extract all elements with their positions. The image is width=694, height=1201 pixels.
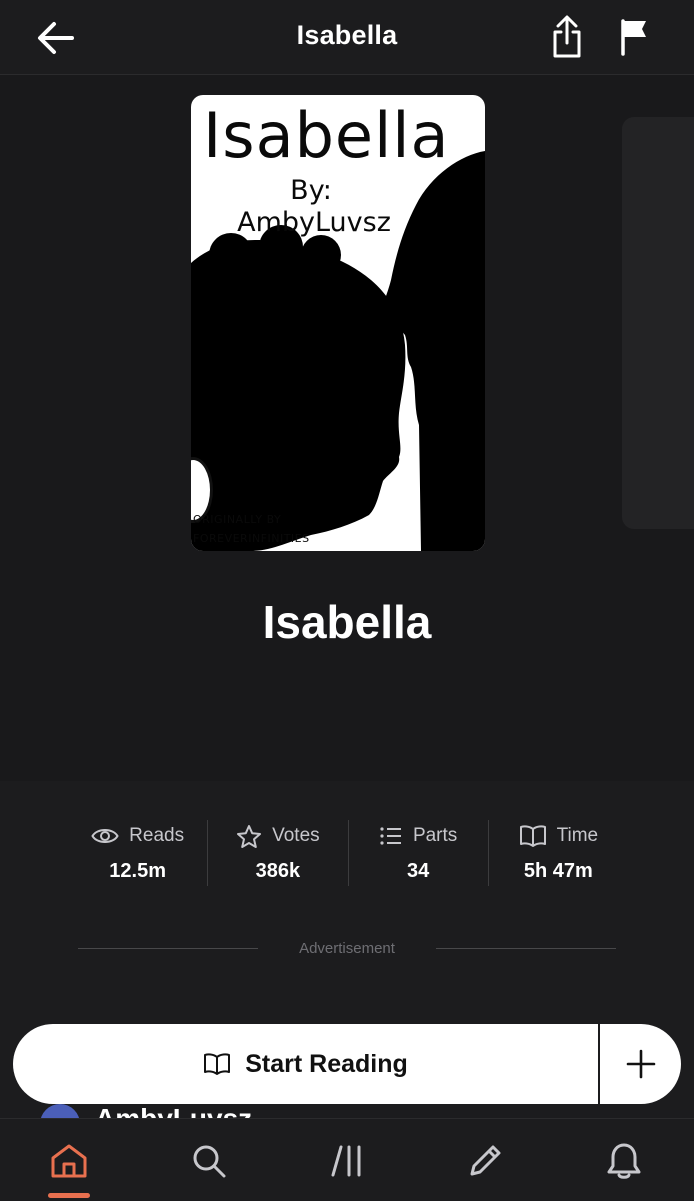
nav-library[interactable] [325,1139,369,1183]
bell-icon [607,1143,641,1179]
start-reading-label: Start Reading [245,1049,408,1078]
stat-parts-label-row: Parts [349,821,488,851]
nav-search[interactable] [187,1139,231,1183]
bottom-nav [0,1118,694,1201]
stat-value: 386k [255,860,301,882]
stat-label: Reads [129,825,185,846]
ad-divider-right [436,948,616,949]
nav-write[interactable] [463,1139,507,1183]
search-icon [193,1145,226,1178]
nav-home[interactable] [47,1139,91,1183]
stat-parts: Parts 34 [347,820,488,886]
flag-icon [621,19,646,56]
stat-votes: Votes 386k [207,820,347,886]
stat-value: 12.5m [109,860,166,882]
library-icon [331,1145,361,1177]
top-bar: Isabella [0,0,694,75]
stat-reads-label-row: Reads [68,821,207,851]
next-cover-peek[interactable] [622,117,694,529]
story-title: Isabella [262,596,432,648]
stat-time-label-row: Time [489,821,628,851]
story-stats: Reads 12.5m Votes 386k Parts 34 Time 5h … [68,820,628,886]
add-to-library-button[interactable] [600,1024,681,1104]
cover-credit-line-1: ORIGINALLY BY [193,513,282,526]
plus-icon [626,1049,655,1079]
stat-reads: Reads 12.5m [68,820,207,886]
stat-label: Parts [412,825,458,846]
cover-title: Isabella [203,99,450,172]
star-icon [237,824,262,848]
book-icon [204,1053,231,1075]
cover-by: By: [290,175,332,206]
book-icon [519,825,546,847]
stat-votes-label-row: Votes [208,821,347,851]
list-icon [380,827,401,845]
stat-label: Time [556,825,599,846]
share-button[interactable] [544,12,590,62]
share-icon [553,15,581,58]
report-button[interactable] [612,14,656,60]
stat-label: Votes [272,825,320,846]
stat-time: Time 5h 47m [487,820,628,886]
cover-author: AmbyLuvsz [237,207,391,238]
stat-value: 34 [407,860,430,882]
pencil-icon [470,1145,501,1176]
cover-credit-line-2: FOREVERINFINITIES [193,532,310,545]
start-reading-button[interactable]: Start Reading [13,1024,598,1104]
active-tab-indicator [48,1193,90,1198]
stat-value: 5h 47m [523,860,593,882]
nav-notifications[interactable] [602,1139,646,1183]
book-cover[interactable]: Isabella By: AmbyLuvsz ORIGINALLY BY FOR… [191,95,485,551]
cover-credit: ORIGINALLY BY FOREVERINFINITIES [193,510,310,548]
story-hero: Isabella By: AmbyLuvsz ORIGINALLY BY FOR… [0,75,694,781]
eye-icon [91,829,119,843]
home-icon [51,1144,87,1178]
